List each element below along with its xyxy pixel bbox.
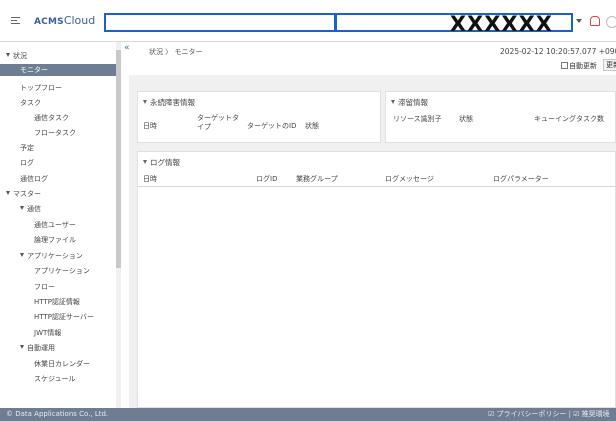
sidebar-item[interactable]: JWT情報 (34, 328, 61, 338)
redacted-text: XXXXXX (449, 12, 553, 36)
sidebar-item-label: ログ (20, 159, 34, 167)
collapse-triangle-icon (391, 100, 395, 104)
sidebar-item-label: 状況 (13, 52, 27, 60)
copyright-text: © Data Applications Co., Ltd. (6, 410, 109, 418)
sidebar-item[interactable]: 休業日カレンダー (34, 359, 90, 369)
obstacle-info-panel: 永続障害情報 日時 ターゲットタイプ ターゲットのID 状態 (137, 91, 381, 143)
sidebar-item-label: フロータスク (34, 129, 76, 137)
notification-bell-icon[interactable] (590, 16, 600, 26)
collapse-triangle-icon (143, 160, 147, 164)
dashboard-content: 永続障害情報 日時 ターゲットタイプ ターゲットのID 状態 滞留情報 リソース… (129, 75, 616, 408)
auto-refresh-label: 自動更新 (569, 62, 597, 70)
auto-refresh-checkbox[interactable] (561, 62, 568, 69)
sidebar-scrollbar[interactable] (116, 42, 121, 408)
redaction-box-left (104, 13, 336, 32)
expand-triangle-icon (6, 191, 10, 195)
sidebar-item[interactable]: 状況 (6, 51, 27, 61)
sidebar-item-label: 通信ユーザー (34, 221, 76, 229)
refresh-button[interactable]: 更新 (603, 59, 616, 71)
sidebar-item-label: トップフロー (20, 84, 62, 92)
sidebar-item[interactable]: 通信ユーザー (34, 220, 76, 230)
sidebar-item[interactable]: モニター (0, 64, 116, 76)
sidebar-item-label: JWT情報 (34, 329, 62, 337)
hamburger-menu-icon[interactable] (11, 17, 20, 24)
sidebar-item-label: 自動運用 (27, 344, 55, 352)
col-status[interactable]: 状態 (459, 114, 473, 124)
expand-triangle-icon (20, 253, 24, 257)
stagnation-panel-header[interactable]: 滞留情報 (391, 97, 428, 108)
obstacle-panel-header[interactable]: 永続障害情報 (143, 97, 195, 108)
app-footer: © Data Applications Co., Ltd. ☑ プライバシーポリ… (0, 408, 616, 421)
sidebar-item[interactable]: HTTP認証情報 (34, 297, 80, 307)
col-log-id[interactable]: ログID (256, 174, 277, 184)
sidebar-item-label: モニター (20, 66, 48, 74)
col-status[interactable]: 状態 (305, 121, 319, 131)
sidebar-item[interactable]: スケジュール (34, 374, 76, 384)
col-resource-id[interactable]: リソース識別子 (393, 114, 442, 124)
sidebar-item-label: 論理ファイル (34, 236, 76, 244)
log-panel-title: ログ情報 (150, 158, 180, 167)
sidebar-item-label: タスク (20, 99, 41, 107)
current-timestamp: 2025-02-12 10:20:57.077 +0900 (500, 47, 616, 56)
col-target-type[interactable]: ターゲットタイプ (197, 114, 241, 132)
footer-links[interactable]: ☑ プライバシーポリシー | ☑ 推奨環境 (488, 408, 610, 421)
collapse-triangle-icon (143, 100, 147, 104)
sidebar-item-label: フロー (34, 283, 55, 291)
log-info-panel: ログ情報 日時 ログID 業務グループ ログメッセージ ログパラメーター (137, 151, 616, 408)
col-datetime[interactable]: 日時 (143, 121, 157, 131)
expand-triangle-icon (20, 206, 24, 210)
log-panel-header[interactable]: ログ情報 (143, 157, 180, 168)
user-dropdown-caret-icon[interactable] (576, 19, 582, 23)
col-log-message[interactable]: ログメッセージ (385, 174, 434, 184)
sidebar-item-label: 通信タスク (34, 114, 69, 122)
app-logo[interactable]: ACMSCloud (34, 14, 95, 27)
sidebar-item-label: スケジュール (34, 375, 76, 383)
sidebar-item[interactable]: 通信タスク (34, 113, 69, 123)
obstacle-panel-title: 永続障害情報 (150, 98, 195, 107)
logo-cloud: Cloud (63, 14, 96, 27)
sidebar-item[interactable]: フロータスク (34, 128, 76, 138)
sidebar-item[interactable]: トップフロー (20, 83, 62, 93)
sidebar-item[interactable]: 通信 (20, 204, 41, 214)
sidebar-scrollbar-thumb[interactable] (116, 50, 121, 268)
sidebar-nav: 状況モニタートップフロー タスク通信タスクフロータスク 予定ログ通信ログマスター通信… (0, 42, 121, 408)
sidebar-item[interactable]: タスク (20, 98, 41, 108)
sidebar-item-label: アプリケーション (27, 252, 83, 260)
sidebar-item-label: 通信ログ (20, 175, 48, 183)
sidebar-item-label: HTTP認証情報 (34, 298, 80, 306)
col-datetime[interactable]: 日時 (143, 174, 157, 184)
expand-triangle-icon (20, 345, 24, 349)
sidebar-item-label: アプリケーション (34, 267, 90, 275)
sidebar-item-label: HTTP認証サーバー (34, 313, 94, 321)
sidebar-item[interactable]: フロー (34, 282, 55, 292)
col-queued-task-count[interactable]: キューイングタスク数 (534, 114, 604, 124)
stagnation-info-panel: 滞留情報 リソース識別子 状態 キューイングタスク数 (385, 91, 616, 143)
expand-triangle-icon (6, 53, 10, 57)
auto-refresh-toggle[interactable]: 自動更新 (561, 61, 597, 71)
sidebar-item-label: 通信 (27, 205, 41, 213)
col-log-parameter[interactable]: ログパラメーター (493, 174, 549, 184)
col-target-id[interactable]: ターゲットのID (247, 121, 296, 131)
sidebar-item[interactable]: 論理ファイル (34, 235, 76, 245)
app-header: ACMSCloud XXXXXX (0, 0, 616, 42)
breadcrumb: 状況 〉 モニター (149, 48, 203, 56)
sidebar-item[interactable]: 自動運用 (20, 343, 55, 353)
sidebar-item-label: 予定 (20, 144, 34, 152)
col-business-group[interactable]: 業務グループ (296, 174, 338, 184)
sidebar-item[interactable]: HTTP認証サーバー (34, 312, 94, 322)
sidebar-item[interactable]: マスター (6, 189, 41, 199)
redaction-box-right: XXXXXX (335, 12, 573, 36)
help-icon[interactable] (606, 16, 616, 28)
logo-acms: ACMS (34, 17, 64, 27)
log-table-header-divider (138, 186, 616, 187)
stagnation-panel-title: 滞留情報 (398, 98, 428, 107)
sidebar-item[interactable]: 予定 (20, 143, 34, 153)
sidebar-item[interactable]: ログ (20, 158, 34, 168)
sidebar-item[interactable]: 通信ログ (20, 174, 48, 184)
sidebar-item[interactable]: アプリケーション (20, 251, 83, 261)
sidebar-item[interactable]: アプリケーション (34, 266, 90, 276)
sidebar-item-label: 休業日カレンダー (34, 360, 90, 368)
sidebar-item-label: マスター (13, 190, 41, 198)
